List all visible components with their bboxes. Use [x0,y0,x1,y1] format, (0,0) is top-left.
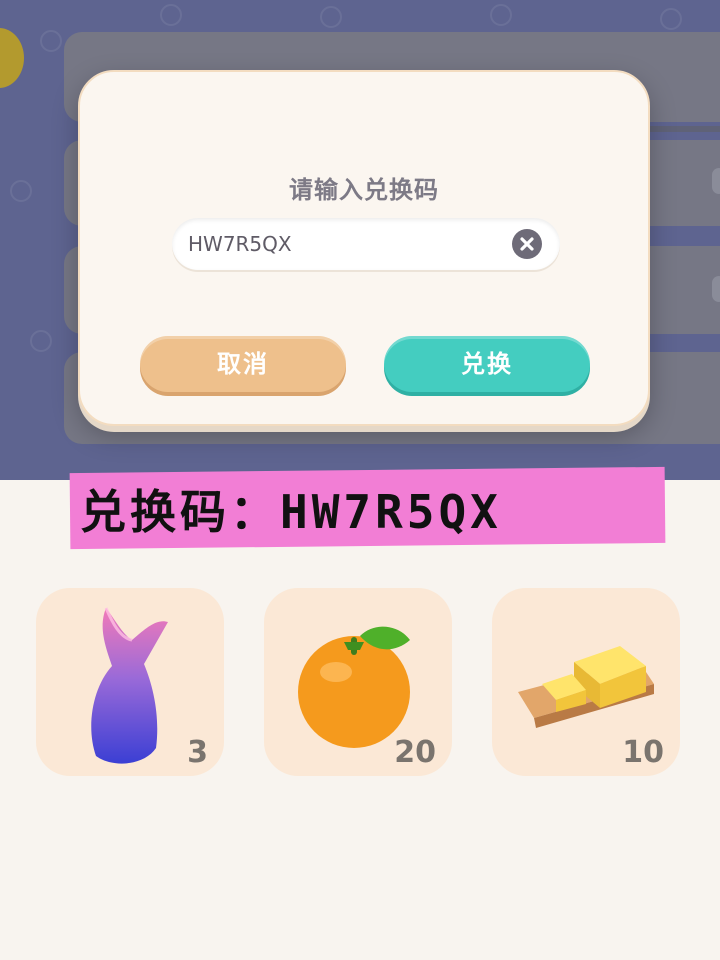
decor-icon [160,4,182,26]
decor-icon [10,180,32,202]
redeem-code-input[interactable]: HW7R5QX [172,218,560,270]
reward-card: 3 [36,588,224,776]
decor-icon [40,30,62,52]
decor-icon [320,6,342,28]
reward-quantity: 3 [187,735,208,770]
redeem-code-dialog: 请输入兑换码 HW7R5QX 取消 兑换 [78,70,650,426]
reward-quantity: 10 [622,735,664,770]
dialog-title: 请输入兑换码 [289,176,439,204]
background-knob [712,276,720,302]
cancel-button[interactable]: 取消 [140,336,346,392]
redeem-button[interactable]: 兑换 [384,336,590,392]
code-banner-text: 兑换码：HW7R5QX [80,485,502,539]
clear-x-icon[interactable] [512,229,542,259]
decor-icon [490,4,512,26]
background-knob [712,168,720,194]
reward-card: 20 [264,588,452,776]
decor-icon [660,8,682,30]
decor-icon [30,330,52,352]
redeem-code-value[interactable]: HW7R5QX [188,232,292,256]
reward-quantity: 20 [394,735,436,770]
reward-card: 10 [492,588,680,776]
coin-icon [0,28,24,88]
